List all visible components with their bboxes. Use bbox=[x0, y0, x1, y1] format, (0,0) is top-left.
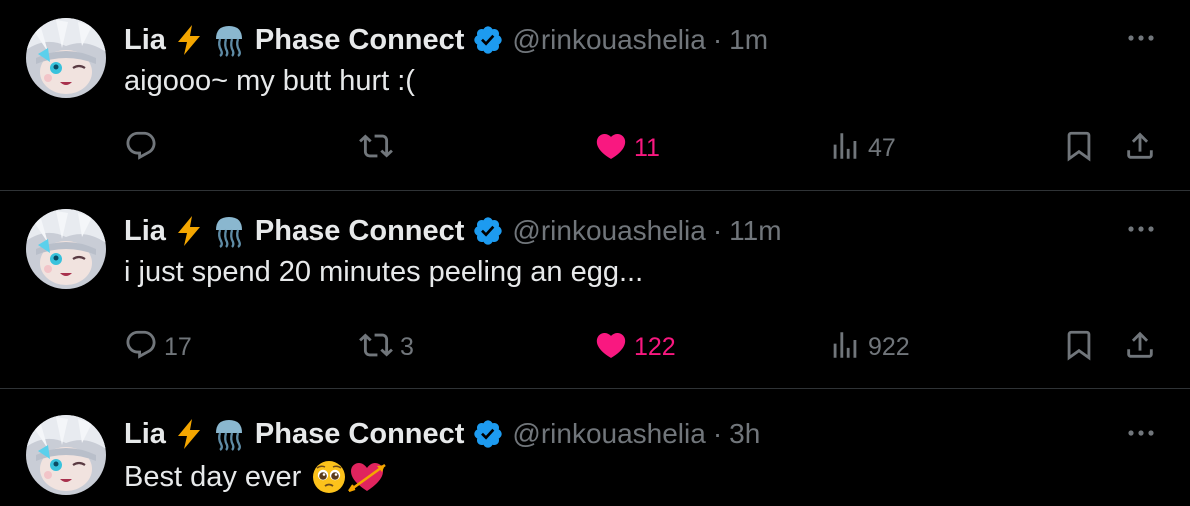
jellyfish-emoji-icon bbox=[212, 214, 246, 248]
verified-badge-icon[interactable] bbox=[472, 418, 504, 450]
views-count: 922 bbox=[868, 332, 910, 361]
share-icon bbox=[1123, 328, 1157, 367]
views-button[interactable]: 922 bbox=[828, 327, 910, 367]
bookmark-button[interactable] bbox=[1062, 327, 1096, 367]
more-options-icon[interactable] bbox=[1126, 221, 1156, 239]
author-affiliation[interactable]: Phase Connect bbox=[255, 215, 465, 248]
share-icon bbox=[1123, 129, 1157, 168]
author-handle[interactable]: @rinkouashelia bbox=[512, 24, 705, 56]
author-handle[interactable]: @rinkouashelia bbox=[512, 215, 705, 247]
tweet-text-row: Best day ever bbox=[124, 459, 387, 495]
more-options-icon[interactable] bbox=[1126, 30, 1156, 48]
author-handle[interactable]: @rinkouashelia bbox=[512, 418, 705, 450]
jellyfish-emoji-icon bbox=[212, 417, 246, 451]
author-affiliation[interactable]: Phase Connect bbox=[255, 418, 465, 451]
separator-dot: · bbox=[712, 418, 723, 449]
tweet-header: Lia Phase Connect @rinkouashelia · 1m bbox=[124, 20, 768, 60]
heart-filled-icon bbox=[594, 129, 628, 168]
repost-button[interactable]: 3 bbox=[358, 327, 414, 367]
avatar[interactable] bbox=[26, 18, 106, 98]
like-count: 11 bbox=[634, 133, 660, 162]
tweet-actions: 11 47 bbox=[0, 128, 1190, 168]
like-button[interactable]: 11 bbox=[594, 128, 660, 168]
heart-filled-icon bbox=[594, 328, 628, 367]
reply-icon bbox=[124, 129, 158, 168]
tweet-actions: 17 3 122 922 bbox=[0, 327, 1190, 367]
author-affiliation[interactable]: Phase Connect bbox=[255, 24, 465, 57]
tweet-timestamp[interactable]: 11m bbox=[729, 215, 781, 247]
lightning-emoji-icon bbox=[174, 418, 204, 450]
verified-badge-icon[interactable] bbox=[472, 215, 504, 247]
like-button[interactable]: 122 bbox=[594, 327, 676, 367]
bookmark-icon bbox=[1062, 129, 1096, 168]
author-name[interactable]: Lia bbox=[124, 418, 166, 451]
tweet-text: i just spend 20 minutes peeling an egg..… bbox=[124, 256, 644, 288]
tweet[interactable]: Lia Phase Connect @rinkouashelia · 3h Be… bbox=[0, 389, 1190, 506]
tweet[interactable]: Lia Phase Connect @rinkouashelia · 1m ai… bbox=[0, 0, 1190, 191]
tweet-header: Lia Phase Connect @rinkouashelia · 11m bbox=[124, 211, 782, 251]
repost-icon bbox=[358, 328, 394, 367]
views-button[interactable]: 47 bbox=[828, 128, 896, 168]
separator-dot: · bbox=[712, 24, 723, 55]
reply-button[interactable] bbox=[124, 128, 164, 168]
author-name[interactable]: Lia bbox=[124, 24, 166, 57]
heart-with-arrow-icon bbox=[347, 459, 387, 495]
reply-icon bbox=[124, 328, 158, 367]
repost-count: 3 bbox=[400, 332, 414, 361]
pleading-face-icon bbox=[311, 459, 347, 495]
avatar[interactable] bbox=[26, 415, 106, 495]
tweet-text: Best day ever bbox=[124, 460, 302, 493]
more-options-icon[interactable] bbox=[1126, 425, 1156, 443]
tweet-header: Lia Phase Connect @rinkouashelia · 3h bbox=[124, 414, 760, 454]
like-count: 122 bbox=[634, 332, 676, 361]
author-name[interactable]: Lia bbox=[124, 215, 166, 248]
verified-badge-icon[interactable] bbox=[472, 24, 504, 56]
jellyfish-emoji-icon bbox=[212, 23, 246, 57]
avatar[interactable] bbox=[26, 209, 106, 289]
views-count: 47 bbox=[868, 133, 896, 162]
lightning-emoji-icon bbox=[174, 215, 204, 247]
share-button[interactable] bbox=[1123, 327, 1157, 367]
lightning-emoji-icon bbox=[174, 24, 204, 56]
separator-dot: · bbox=[712, 215, 723, 246]
tweet-timestamp[interactable]: 3h bbox=[729, 418, 760, 450]
repost-button[interactable] bbox=[358, 128, 400, 168]
repost-icon bbox=[358, 129, 394, 168]
timeline-feed: Lia Phase Connect @rinkouashelia · 1m ai… bbox=[0, 0, 1190, 506]
tweet-timestamp[interactable]: 1m bbox=[729, 24, 768, 56]
share-button[interactable] bbox=[1123, 128, 1157, 168]
tweet[interactable]: Lia Phase Connect @rinkouashelia · 11m i… bbox=[0, 191, 1190, 389]
reply-count: 17 bbox=[164, 332, 192, 361]
views-chart-icon bbox=[828, 129, 862, 168]
bookmark-button[interactable] bbox=[1062, 128, 1096, 168]
views-chart-icon bbox=[828, 328, 862, 367]
tweet-text: aigooo~ my butt hurt :( bbox=[124, 65, 415, 97]
bookmark-icon bbox=[1062, 328, 1096, 367]
reply-button[interactable]: 17 bbox=[124, 327, 192, 367]
